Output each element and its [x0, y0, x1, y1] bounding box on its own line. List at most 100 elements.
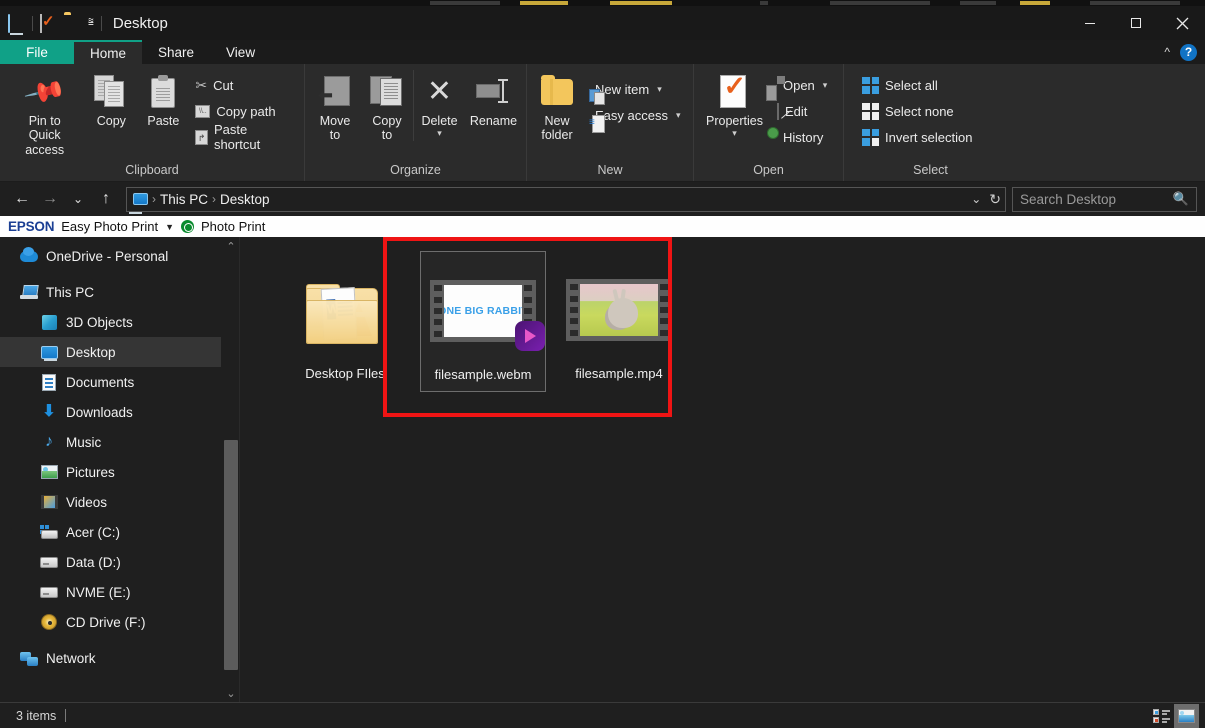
- invert-selection-button[interactable]: Invert selection: [856, 124, 978, 150]
- ribbon: 📌 Pin to Quick access Copy Paste ✂ Cut \…: [0, 64, 1205, 182]
- copy-to-button[interactable]: Copy to: [361, 70, 413, 145]
- cut-button[interactable]: ✂ Cut: [189, 72, 300, 98]
- new-folder-icon[interactable]: [64, 15, 81, 32]
- new-item-caret-icon[interactable]: ▾: [657, 84, 662, 95]
- sidebar-item-label: CD Drive (F:): [66, 614, 146, 630]
- view-mode-buttons: [1149, 703, 1199, 728]
- qat-divider-2: [100, 15, 102, 31]
- forward-button[interactable]: →: [36, 185, 64, 213]
- easy-access-caret-icon[interactable]: ▾: [676, 110, 681, 121]
- delete-button[interactable]: ✕ Delete ▾: [413, 70, 465, 142]
- drive-c-icon: [40, 523, 58, 541]
- close-button[interactable]: [1159, 6, 1205, 40]
- new-item-button[interactable]: New item ▾: [583, 76, 687, 105]
- nav-scrollbar-thumb[interactable]: [224, 440, 238, 670]
- list-item[interactable]: ONE BIG RABBIT filesample.webm: [420, 251, 546, 392]
- sidebar-item-onedrive[interactable]: OneDrive - Personal: [0, 241, 221, 271]
- sidebar-item-pictures[interactable]: Pictures: [0, 457, 221, 487]
- nav-scroll-down-button[interactable]: ⌄: [223, 684, 239, 702]
- nav-scroll-up-button[interactable]: ⌃: [223, 237, 239, 255]
- properties-button[interactable]: ✓ Properties ▾: [698, 70, 771, 141]
- breadcrumb[interactable]: › This PC › Desktop ⌄ ↻: [126, 186, 1006, 212]
- select-all-button[interactable]: Select all: [856, 72, 978, 98]
- tab-share[interactable]: Share: [142, 40, 210, 64]
- file-name: Desktop FIles: [305, 366, 385, 381]
- qat-divider: [32, 15, 33, 31]
- sidebar-item-downloads[interactable]: ⬇ Downloads: [0, 397, 221, 427]
- sidebar-item-music[interactable]: ♪ Music: [0, 427, 221, 457]
- paste-button[interactable]: Paste: [137, 70, 189, 130]
- breadcrumb-item-this-pc[interactable]: This PC: [160, 192, 208, 207]
- sidebar-item-network[interactable]: Network: [0, 643, 221, 673]
- sidebar-item-cd-drive-f[interactable]: CD Drive (F:): [0, 607, 221, 637]
- epson-menu-caret-icon[interactable]: ▼: [165, 222, 174, 232]
- refresh-icon[interactable]: ↻: [989, 191, 1001, 208]
- collapse-ribbon-icon[interactable]: ^: [1164, 45, 1170, 59]
- help-icon[interactable]: ?: [1180, 43, 1197, 61]
- sidebar-item-documents[interactable]: Documents: [0, 367, 221, 397]
- details-view-icon: [1153, 708, 1170, 723]
- properties-icon[interactable]: [40, 13, 57, 33]
- list-item[interactable]: filesample.mp4: [556, 251, 682, 390]
- epson-easy-photo-print-menu[interactable]: Easy Photo Print: [61, 219, 158, 234]
- sidebar-item-videos[interactable]: Videos: [0, 487, 221, 517]
- explorer-body: ⌃ ⌄ OneDrive - Personal This PC 3D Objec…: [0, 237, 1205, 702]
- epson-photo-print-button[interactable]: Photo Print: [201, 219, 265, 234]
- recent-locations-button[interactable]: ⌄: [64, 185, 92, 213]
- back-button[interactable]: ←: [8, 185, 36, 213]
- tab-view[interactable]: View: [210, 40, 271, 64]
- easy-access-button[interactable]: ≡ Easy access ▾: [583, 102, 687, 133]
- pin-to-quick-access-button[interactable]: 📌 Pin to Quick access: [4, 70, 85, 159]
- desktop-icon: [40, 343, 58, 361]
- paste-shortcut-button[interactable]: ↱ Paste shortcut: [189, 122, 300, 152]
- details-view-button[interactable]: [1149, 704, 1174, 728]
- tab-file[interactable]: File: [0, 40, 74, 64]
- open-caret-icon[interactable]: ▾: [823, 80, 828, 91]
- new-folder-button[interactable]: New folder: [531, 70, 583, 145]
- breadcrumb-dropdown-icon[interactable]: ⌄: [971, 192, 981, 206]
- nav-scrollbar-track[interactable]: [223, 255, 239, 684]
- drive-e-icon: [40, 583, 58, 601]
- history-button[interactable]: History: [771, 124, 833, 150]
- desktop-icon[interactable]: [8, 13, 25, 33]
- list-item[interactable]: W Desktop FIles: [282, 251, 408, 390]
- sidebar-item-nvme-e[interactable]: NVME (E:): [0, 577, 221, 607]
- ribbon-group-clipboard: 📌 Pin to Quick access Copy Paste ✂ Cut \…: [0, 64, 305, 181]
- sidebar-item-this-pc[interactable]: This PC: [0, 277, 221, 307]
- select-none-button[interactable]: Select none: [856, 98, 978, 124]
- copy-path-label: Copy path: [216, 103, 276, 119]
- downloads-icon: ⬇: [42, 403, 56, 420]
- sidebar-item-data-d[interactable]: Data (D:): [0, 547, 221, 577]
- sidebar-item-3d-objects[interactable]: 3D Objects: [0, 307, 221, 337]
- move-to-button[interactable]: ⬅ Move to: [309, 70, 361, 145]
- breadcrumb-item-desktop[interactable]: Desktop: [220, 192, 270, 207]
- copy-to-icon: [370, 72, 404, 112]
- history-label: History: [782, 129, 824, 145]
- sidebar-item-desktop[interactable]: Desktop: [0, 337, 221, 367]
- customize-caret-icon[interactable]: ⩰: [88, 18, 94, 28]
- breadcrumb-sep-0: ›: [152, 192, 156, 206]
- ribbon-tab-bar: File Home Share View ^ ?: [0, 40, 1205, 64]
- sidebar-item-label: Desktop: [66, 344, 116, 360]
- edit-button[interactable]: Edit: [771, 98, 833, 124]
- video-thumbnail: ONE BIG RABBIT: [430, 258, 545, 364]
- open-button[interactable]: Open ▾: [765, 72, 833, 101]
- delete-caret-icon[interactable]: ▾: [437, 128, 442, 139]
- sidebar-item-label: Downloads: [66, 404, 133, 420]
- title-bar: ⩰ Desktop: [0, 6, 1205, 40]
- minimize-button[interactable]: [1067, 6, 1113, 40]
- properties-caret-icon[interactable]: ▾: [732, 128, 737, 139]
- maximize-button[interactable]: [1113, 6, 1159, 40]
- tab-home[interactable]: Home: [74, 40, 143, 64]
- search-input[interactable]: Search Desktop 🔍: [1012, 186, 1197, 212]
- open-group-label: Open: [753, 163, 784, 177]
- select-none-icon: [862, 102, 879, 120]
- sidebar-item-acer-c[interactable]: Acer (C:): [0, 517, 221, 547]
- rename-button[interactable]: Rename: [465, 70, 522, 130]
- file-list-view[interactable]: W Desktop FIles ONE BIG RABBIT: [240, 237, 1205, 702]
- copy-button[interactable]: Copy: [85, 70, 137, 130]
- copy-path-button[interactable]: \\.. Copy path: [189, 98, 300, 124]
- large-icons-view-button[interactable]: [1174, 703, 1199, 728]
- up-button[interactable]: ↑: [92, 185, 120, 213]
- sidebar-item-label: 3D Objects: [66, 314, 133, 330]
